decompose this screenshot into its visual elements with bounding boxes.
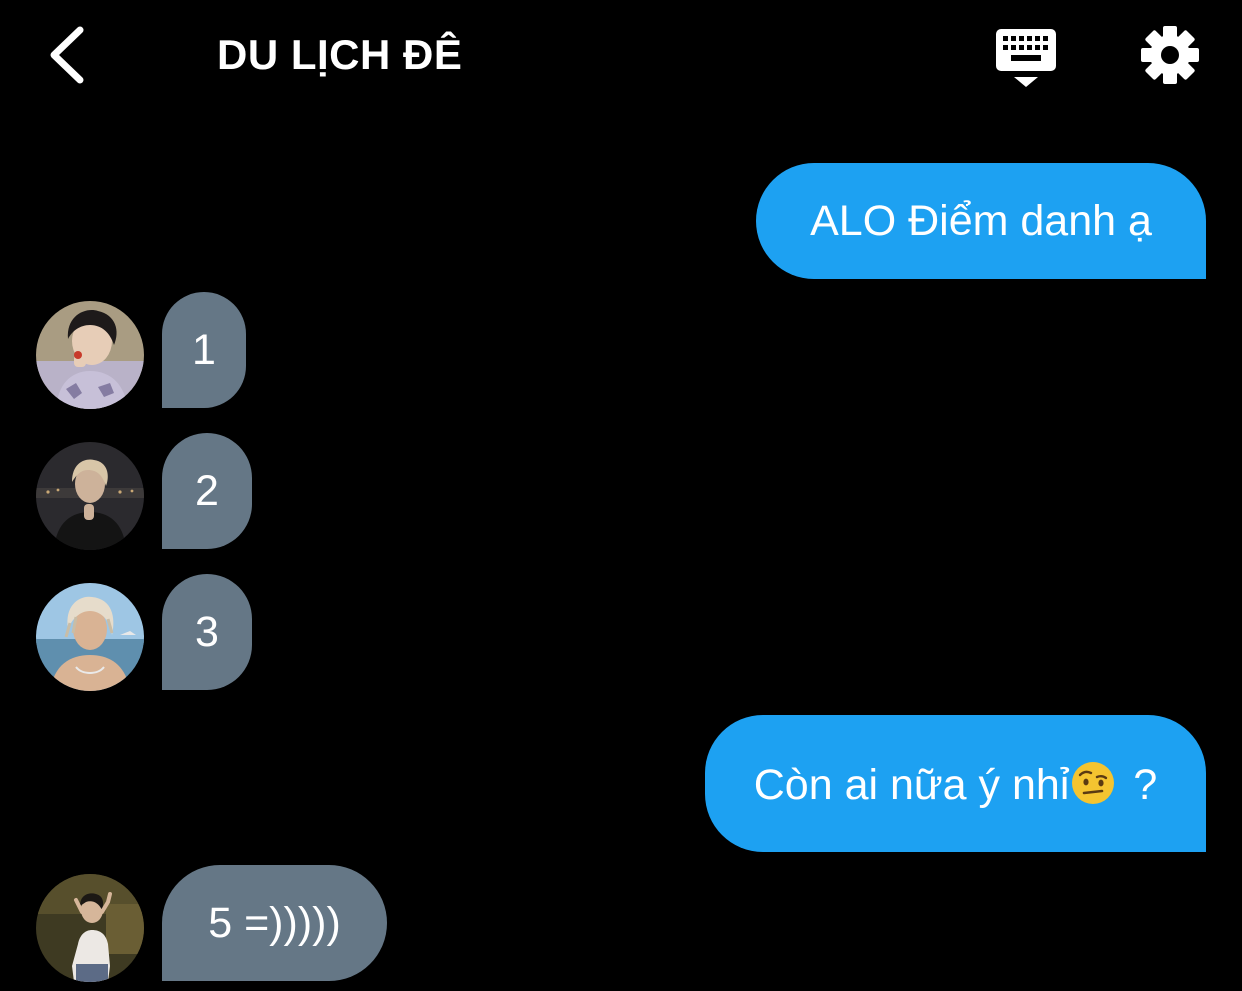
- message-bubble-incoming[interactable]: 2: [162, 433, 252, 549]
- raised-eyebrow-emoji-icon: [1071, 761, 1115, 805]
- settings-button[interactable]: [1140, 25, 1200, 85]
- sender-avatar[interactable]: [36, 583, 144, 691]
- message-bubble-incoming[interactable]: 1: [162, 292, 246, 408]
- chevron-left-icon: [50, 26, 84, 84]
- keyboard-icon: [996, 29, 1056, 87]
- message-text: ALO Điểm danh ạ: [810, 196, 1152, 245]
- user-1-avatar: [36, 301, 144, 409]
- sender-avatar[interactable]: [36, 301, 144, 409]
- sender-avatar[interactable]: [36, 874, 144, 982]
- message-bubble-incoming[interactable]: 5 =))))): [162, 865, 387, 981]
- message-text-part: ?: [1121, 760, 1158, 809]
- message-text: 3: [195, 607, 219, 656]
- message-text: 5 =))))): [208, 898, 341, 947]
- chat-header: DU LỊCH ĐÊ: [0, 0, 1242, 112]
- message-bubble-incoming[interactable]: 3: [162, 574, 252, 690]
- message-bubble-outgoing[interactable]: ALO Điểm danh ạ: [756, 163, 1206, 279]
- keyboard-toggle-button[interactable]: [994, 26, 1058, 90]
- message-text: Còn ai nữa ý nhỉ ?: [753, 760, 1158, 809]
- user-3-avatar: [36, 583, 144, 691]
- message-text: 1: [192, 325, 216, 374]
- sender-avatar[interactable]: [36, 442, 144, 550]
- user-2-avatar: [36, 442, 144, 550]
- message-bubble-outgoing[interactable]: Còn ai nữa ý nhỉ ?: [705, 715, 1206, 852]
- back-button[interactable]: [44, 22, 94, 88]
- message-text-part: Còn ai nữa ý nhỉ: [753, 760, 1070, 809]
- chat-title: DU LỊCH ĐÊ: [217, 31, 463, 78]
- message-text: 2: [195, 466, 219, 515]
- gear-icon: [1141, 26, 1199, 84]
- user-4-avatar: [36, 874, 144, 982]
